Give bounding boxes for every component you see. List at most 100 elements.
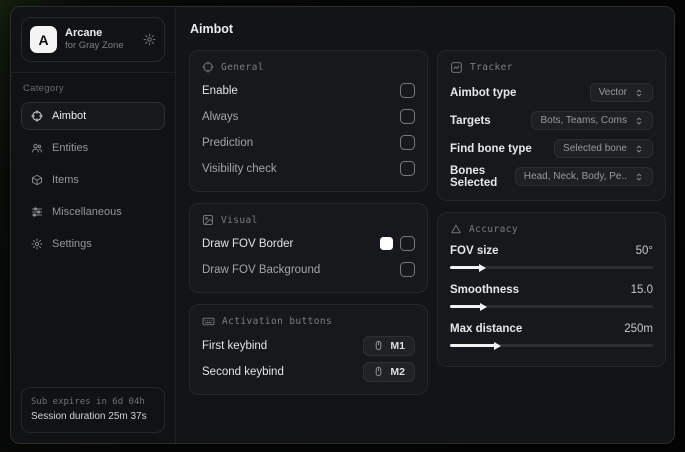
sliders-icon <box>31 206 43 218</box>
keybind-value: M1 <box>390 339 405 352</box>
setting-label: Bones Selected <box>450 164 498 189</box>
main-panel: Aimbot General Enable Always Prediction … <box>176 7 674 443</box>
visual-card: Visual Draw FOV Border Draw FOV Backgrou… <box>189 203 428 293</box>
activation-buttons-card: Activation buttons First keybind M1 Seco… <box>189 304 428 395</box>
setting-row: Bones Selected Head, Neck, Body, Pe.. <box>450 164 653 189</box>
setting-row: Draw FOV Border <box>202 232 415 255</box>
select-value: Head, Neck, Body, Pe.. <box>523 171 627 182</box>
sidebar-item-aimbot[interactable]: Aimbot <box>21 102 165 130</box>
sidebar-item-label: Entities <box>52 142 89 154</box>
visibility-check-checkbox[interactable] <box>400 161 415 176</box>
setting-row: Targets Bots, Teams, Coms <box>450 108 653 133</box>
setting-row: Second keybind M2 <box>202 360 415 383</box>
crosshair-icon <box>31 110 43 122</box>
setting-label: Find bone type <box>450 142 532 155</box>
sidebar-item-entities[interactable]: Entities <box>21 134 165 162</box>
setting-row: Visibility check <box>202 157 415 180</box>
draw-fov-background-checkbox[interactable] <box>400 262 415 277</box>
first-keybind-button[interactable]: M1 <box>363 335 415 356</box>
general-card: General Enable Always Prediction Visibil… <box>189 50 428 192</box>
sidebar-item-label: Miscellaneous <box>52 206 122 218</box>
package-icon <box>31 174 43 186</box>
page-title: Aimbot <box>190 22 234 36</box>
triangle-icon <box>450 223 462 235</box>
setting-row: Always <box>202 105 415 128</box>
setting-row: Draw FOV Background <box>202 258 415 281</box>
users-icon <box>31 142 43 154</box>
slider-value: 250m <box>624 323 653 335</box>
slider-group: FOV size 50° <box>450 241 653 269</box>
setting-label: Draw FOV Background <box>202 263 321 276</box>
slider-group: Max distance 250m <box>450 319 653 347</box>
subscription-status: Sub expires in 6d 04h Session duration 2… <box>21 386 165 433</box>
tracker-card: Tracker Aimbot type Vector Targets Bots,… <box>437 50 666 201</box>
mouse-icon <box>373 366 384 377</box>
accuracy-card: Accuracy FOV size 50° Smoothness 15.0 Ma… <box>437 212 666 367</box>
slider-value: 15.0 <box>630 284 653 296</box>
brand-name: Arcane <box>65 26 103 39</box>
mouse-icon <box>373 340 384 351</box>
setting-label: Prediction <box>202 136 254 149</box>
enable-checkbox[interactable] <box>400 83 415 98</box>
brand-card: A Arcane for Gray Zone <box>21 17 165 62</box>
sidebar-item-miscellaneous[interactable]: Miscellaneous <box>21 198 165 226</box>
image-icon <box>202 214 214 226</box>
setting-label: Targets <box>450 114 491 127</box>
card-title: Tracker <box>470 62 513 73</box>
slider-label: Smoothness <box>450 284 520 296</box>
select-value: Selected bone <box>563 143 627 154</box>
slider-fill[interactable] <box>450 344 495 347</box>
trend-chart-icon <box>450 61 463 74</box>
setting-row: Enable <box>202 79 415 102</box>
setting-label: Enable <box>202 84 238 97</box>
chevrons-up-down-icon <box>634 88 644 98</box>
sub-expiry-text: Sub expires in 6d 04h <box>31 396 145 407</box>
find-bone-type-select[interactable]: Selected bone <box>554 139 653 158</box>
chevrons-up-down-icon <box>634 172 644 182</box>
slider-fill[interactable] <box>450 266 481 269</box>
chevrons-up-down-icon <box>634 116 644 126</box>
targets-select[interactable]: Bots, Teams, Coms <box>531 111 653 130</box>
crosshair-icon <box>202 61 214 73</box>
fov-border-color-swatch[interactable] <box>380 237 393 250</box>
sidebar-item-label: Items <box>52 174 79 186</box>
keyboard-icon <box>202 315 215 328</box>
select-value: Vector <box>598 87 627 98</box>
app-window: A Arcane for Gray Zone Category Aimbot E… <box>10 6 675 444</box>
aimbot-type-select[interactable]: Vector <box>589 83 653 102</box>
sidebar-item-label: Settings <box>52 238 92 250</box>
draw-fov-border-checkbox[interactable] <box>400 236 415 251</box>
card-title: Accuracy <box>469 223 518 235</box>
smoothness-slider[interactable] <box>450 305 653 308</box>
divider <box>11 72 175 73</box>
slider-fill[interactable] <box>450 305 482 308</box>
gear-icon <box>31 238 43 250</box>
card-title: Visual <box>221 214 258 226</box>
card-title: General <box>221 61 264 73</box>
bones-selected-select[interactable]: Head, Neck, Body, Pe.. <box>514 167 653 186</box>
keybind-value: M2 <box>390 365 405 378</box>
card-title: Activation buttons <box>222 316 333 327</box>
sidebar: A Arcane for Gray Zone Category Aimbot E… <box>11 7 176 443</box>
always-checkbox[interactable] <box>400 109 415 124</box>
fov-size-slider[interactable] <box>450 266 653 269</box>
gear-icon[interactable] <box>143 33 156 46</box>
prediction-checkbox[interactable] <box>400 135 415 150</box>
slider-label: Max distance <box>450 323 523 335</box>
sidebar-item-label: Aimbot <box>52 110 87 122</box>
brand-logo: A <box>30 26 57 53</box>
setting-row: Prediction <box>202 131 415 154</box>
setting-row: First keybind M1 <box>202 334 415 357</box>
main-header: Aimbot <box>176 7 674 48</box>
brand-subtitle: for Gray Zone <box>65 40 124 52</box>
sidebar-item-items[interactable]: Items <box>21 166 165 194</box>
setting-label: Always <box>202 110 239 123</box>
second-keybind-button[interactable]: M2 <box>363 361 415 382</box>
session-duration-text: Session duration 25m 37s <box>31 411 147 422</box>
setting-row: Aimbot type Vector <box>450 80 653 105</box>
setting-label: Visibility check <box>202 162 277 175</box>
sidebar-item-settings[interactable]: Settings <box>21 230 165 258</box>
max-distance-slider[interactable] <box>450 344 653 347</box>
slider-value: 50° <box>635 245 653 257</box>
setting-label: Aimbot type <box>450 86 517 99</box>
